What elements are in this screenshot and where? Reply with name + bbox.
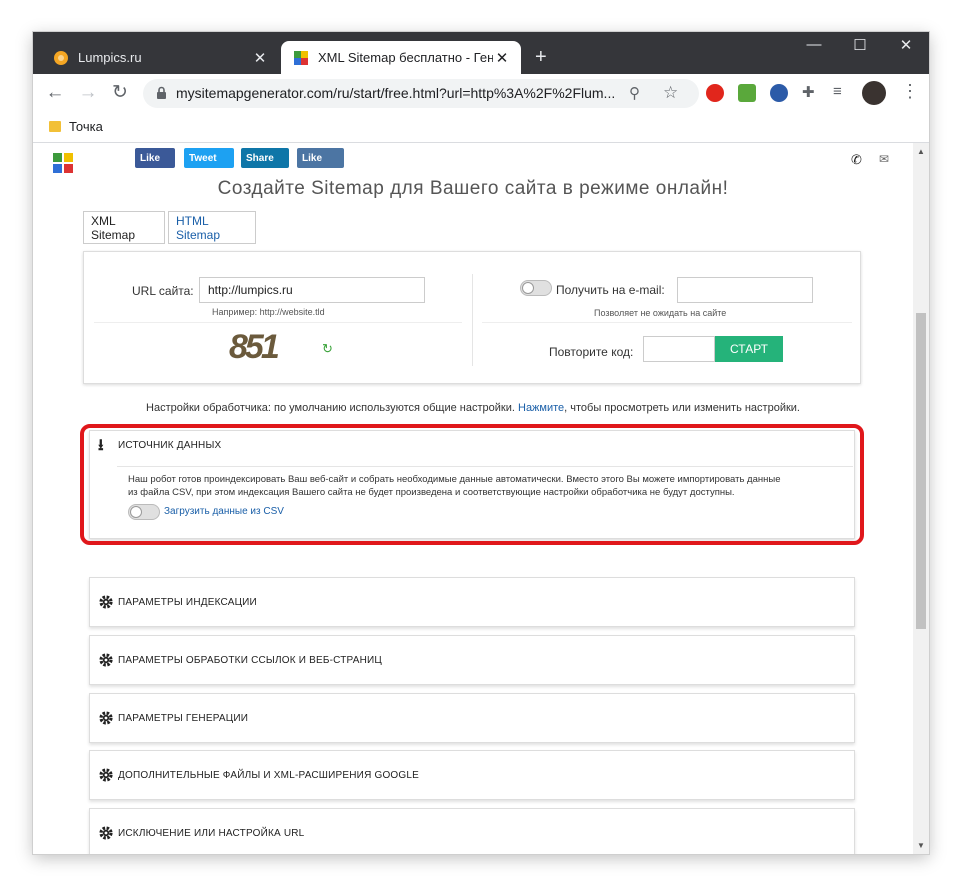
tweet-button[interactable]: Tweet xyxy=(184,148,234,168)
refresh-captcha-icon[interactable]: ↻ xyxy=(322,341,333,357)
gear-icon xyxy=(99,711,113,725)
playlist-icon[interactable]: ≡ xyxy=(833,83,842,100)
social-label: Like xyxy=(140,152,161,164)
tab-xml-sitemap[interactable]: XML Sitemap xyxy=(83,211,165,244)
zoom-icon[interactable]: ⚲ xyxy=(629,84,640,102)
forward-icon[interactable]: → xyxy=(75,80,101,106)
gear-icon xyxy=(99,768,113,782)
email-label: Получить на e-mail: xyxy=(556,283,665,297)
tab-title: XML Sitemap бесплатно - Генер xyxy=(318,50,493,65)
avatar[interactable] xyxy=(862,81,886,105)
section-indexing[interactable]: ПАРАМЕТРЫ ИНДЕКСАЦИИ xyxy=(89,577,855,627)
phone-icon[interactable]: ✆ xyxy=(851,152,862,168)
orange-circle-icon xyxy=(54,50,68,65)
close-window-button[interactable]: ✕ xyxy=(883,36,929,54)
divider xyxy=(472,274,473,366)
url-input[interactable]: http://lumpics.ru xyxy=(199,277,425,303)
section-title: ПАРАМЕТРЫ ГЕНЕРАЦИИ xyxy=(118,713,249,724)
email-input[interactable] xyxy=(677,277,813,303)
section-title: ПАРАМЕТРЫ ОБРАБОТКИ ССЫЛОК И ВЕБ-СТРАНИЦ xyxy=(118,655,382,666)
social-label: Tweet xyxy=(189,152,217,164)
section-generation[interactable]: ПАРАМЕТРЫ ГЕНЕРАЦИИ xyxy=(89,693,855,743)
section-links[interactable]: ПАРАМЕТРЫ ОБРАБОТКИ ССЫЛОК И ВЕБ-СТРАНИЦ xyxy=(89,635,855,685)
linkedin-share-button[interactable]: Share xyxy=(241,148,289,168)
social-label: Share xyxy=(246,152,274,164)
tab-bar: Lumpics.ru ✕ XML Sitemap бесплатно - Ген… xyxy=(33,32,929,74)
repeat-code-label: Повторите код: xyxy=(549,345,634,359)
reload-icon[interactable]: ↻ xyxy=(107,80,133,106)
generator-form: URL сайта: http://lumpics.ru Например: h… xyxy=(83,251,861,384)
scroll-thumb[interactable] xyxy=(916,313,926,629)
url-text: mysitemapgenerator.com/ru/start/free.htm… xyxy=(176,85,616,101)
mail-icon[interactable]: ✉ xyxy=(879,152,889,166)
music-icon[interactable] xyxy=(738,84,756,102)
social-label: Like xyxy=(302,152,323,164)
scroll-up-icon[interactable]: ▲ xyxy=(917,147,925,156)
puzzle-ext-icon[interactable]: ✚ xyxy=(802,83,815,101)
url-hint: Например: http://website.tld xyxy=(212,307,325,317)
highlight-frame xyxy=(80,424,864,545)
vpn-icon[interactable] xyxy=(770,84,788,102)
email-toggle[interactable] xyxy=(520,280,552,296)
section-extra-files[interactable]: ДОПОЛНИТЕЛЬНЫЕ ФАЙЛЫ И XML-РАСШИРЕНИЯ GO… xyxy=(89,750,855,800)
puzzle-icon xyxy=(294,50,308,65)
page-heading: Создайте Sitemap для Вашего сайта в режи… xyxy=(217,178,729,199)
settings-link[interactable]: Нажмите xyxy=(518,402,564,414)
tab-title: Lumpics.ru xyxy=(78,50,142,65)
tab-lumpics[interactable]: Lumpics.ru ✕ xyxy=(41,41,279,74)
opera-icon[interactable] xyxy=(706,84,724,102)
tab-sitemap[interactable]: XML Sitemap бесплатно - Генер ✕ xyxy=(281,41,521,74)
facebook-like-button[interactable]: Like xyxy=(135,148,175,168)
captcha-image: 851 xyxy=(229,328,280,366)
menu-icon[interactable]: ⋮ xyxy=(901,81,919,102)
section-title: ПАРАМЕТРЫ ИНДЕКСАЦИИ xyxy=(118,597,257,608)
gear-icon xyxy=(99,826,113,840)
logo-puzzle-icon xyxy=(53,153,73,173)
new-tab-button[interactable]: + xyxy=(535,46,547,69)
start-button[interactable]: СТАРТ xyxy=(715,336,783,362)
settings-text: Настройки обработчика: по умолчанию испо… xyxy=(146,402,515,414)
bookmark-item[interactable]: Точка xyxy=(49,119,103,134)
tab-html-sitemap[interactable]: HTML Sitemap xyxy=(168,211,256,244)
star-icon[interactable]: ☆ xyxy=(663,83,678,103)
bookmarks-bar: Точка xyxy=(33,112,929,143)
email-hint: Позволяет не ожидать на сайте xyxy=(594,308,727,318)
scrollbar[interactable]: ▲ ▼ xyxy=(913,143,929,854)
back-icon[interactable]: ← xyxy=(42,80,68,106)
address-bar[interactable]: mysitemapgenerator.com/ru/start/free.htm… xyxy=(143,79,699,108)
lock-icon xyxy=(157,86,166,99)
code-input[interactable] xyxy=(643,336,715,362)
close-icon[interactable]: ✕ xyxy=(493,49,511,67)
minimize-button[interactable]: — xyxy=(791,36,837,53)
close-icon[interactable]: ✕ xyxy=(251,49,269,67)
bookmark-label: Точка xyxy=(69,119,103,134)
url-label: URL сайта: xyxy=(132,284,194,298)
toolbar: ← → ↻ mysitemapgenerator.com/ru/start/fr… xyxy=(33,74,929,112)
section-title: ИСКЛЮЧЕНИЕ ИЛИ НАСТРОЙКА URL xyxy=(118,828,305,839)
folder-icon xyxy=(49,121,61,132)
page-content: Like Tweet Share Like ✆ ✉ Создайте Sitem… xyxy=(33,143,913,854)
vk-like-button[interactable]: Like xyxy=(297,148,344,168)
gear-icon xyxy=(99,653,113,667)
divider xyxy=(94,322,462,323)
scroll-down-icon[interactable]: ▼ xyxy=(917,841,925,850)
settings-text-after: , чтобы просмотреть или изменить настрой… xyxy=(564,402,800,414)
browser-window: Lumpics.ru ✕ XML Sitemap бесплатно - Ген… xyxy=(33,32,929,854)
gear-icon xyxy=(99,595,113,609)
divider xyxy=(482,322,852,323)
maximize-button[interactable]: ☐ xyxy=(837,36,883,54)
settings-line: Настройки обработчика: по умолчанию испо… xyxy=(33,402,913,414)
section-exclusions[interactable]: ИСКЛЮЧЕНИЕ ИЛИ НАСТРОЙКА URL xyxy=(89,808,855,854)
section-title: ДОПОЛНИТЕЛЬНЫЕ ФАЙЛЫ И XML-РАСШИРЕНИЯ GO… xyxy=(118,770,420,781)
